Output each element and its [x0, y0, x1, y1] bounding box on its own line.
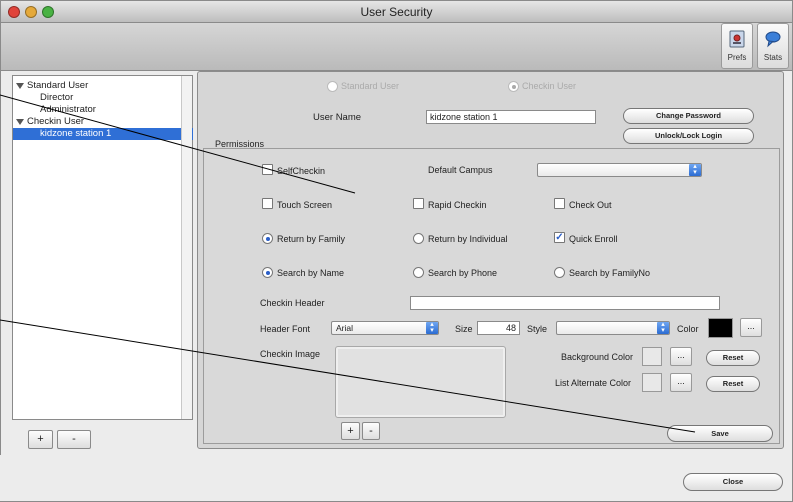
- default-campus-select[interactable]: ▴ ▾: [537, 163, 702, 177]
- tree-node-director[interactable]: Director: [13, 92, 193, 104]
- header-color-swatch[interactable]: [708, 318, 733, 338]
- user-tree-list[interactable]: Standard User Director Administrator Che…: [12, 75, 193, 420]
- search-by-name-radio[interactable]: [262, 267, 273, 278]
- chevron-updown-icon: ▴ ▾: [689, 163, 701, 176]
- toolbar: Prefs Stats: [1, 23, 792, 71]
- return-by-individual-label: Return by Individual: [428, 234, 508, 244]
- self-checkin-checkbox[interactable]: [262, 164, 273, 175]
- self-checkin-label: SelfCheckin: [277, 166, 326, 176]
- stats-icon: [765, 31, 781, 48]
- search-by-familyno-radio[interactable]: [554, 267, 565, 278]
- user-name-input[interactable]: kidzone station 1: [426, 110, 596, 124]
- search-by-name-label: Search by Name: [277, 268, 345, 278]
- tree-node-administrator[interactable]: Administrator: [13, 104, 193, 116]
- background-color-picker-button[interactable]: ...: [670, 347, 692, 366]
- save-button[interactable]: Save: [667, 425, 773, 442]
- tree-node-standard-user[interactable]: Standard User: [13, 80, 193, 92]
- user-name-label: User Name: [313, 112, 362, 123]
- checkin-user-label: Checkin User: [522, 81, 577, 91]
- color-label: Color: [677, 324, 699, 334]
- list-alternate-color-picker-button[interactable]: ...: [670, 373, 692, 392]
- touch-screen-checkbox[interactable]: [262, 198, 273, 209]
- background-color-swatch[interactable]: [642, 347, 662, 366]
- standard-user-radio[interactable]: [327, 81, 338, 92]
- stats-label: Stats: [763, 53, 783, 62]
- standard-user-label: Standard User: [341, 81, 400, 91]
- touch-screen-label: Touch Screen: [277, 200, 333, 210]
- search-by-phone-label: Search by Phone: [428, 268, 498, 278]
- window-footer: [0, 455, 791, 501]
- style-label: Style: [527, 324, 548, 334]
- remove-image-button[interactable]: -: [362, 422, 380, 440]
- checkin-user-radio[interactable]: [508, 81, 519, 92]
- disclosure-triangle-icon[interactable]: [16, 119, 24, 125]
- check-out-label: Check Out: [569, 200, 612, 210]
- checkin-image-well[interactable]: [335, 346, 506, 418]
- checkin-image-label: Checkin Image: [260, 349, 321, 359]
- close-button[interactable]: Close: [683, 473, 783, 491]
- checkin-header-input[interactable]: [410, 296, 720, 310]
- default-campus-label: Default Campus: [428, 165, 493, 175]
- background-reset-button[interactable]: Reset: [706, 350, 760, 366]
- header-color-picker-button[interactable]: ...: [740, 318, 762, 337]
- change-password-button[interactable]: Change Password: [623, 108, 754, 124]
- prefs-icon: [729, 30, 745, 48]
- quick-enroll-checkbox[interactable]: ✓: [554, 232, 565, 243]
- tree-node-checkin-user[interactable]: Checkin User: [13, 116, 193, 128]
- check-out-checkbox[interactable]: [554, 198, 565, 209]
- prefs-button[interactable]: Prefs: [721, 23, 753, 69]
- list-alternate-color-swatch[interactable]: [642, 373, 662, 392]
- return-by-family-label: Return by Family: [277, 234, 346, 244]
- rapid-checkin-checkbox[interactable]: [413, 198, 424, 209]
- window-title: User Security: [360, 5, 433, 19]
- header-font-label: Header Font: [260, 324, 311, 334]
- rapid-checkin-label: Rapid Checkin: [428, 200, 487, 210]
- search-by-phone-radio[interactable]: [413, 267, 424, 278]
- quick-enroll-label: Quick Enroll: [569, 234, 618, 244]
- size-label: Size: [455, 324, 473, 334]
- search-by-familyno-label: Search by FamilyNo: [569, 268, 651, 278]
- chevron-updown-icon: ▴ ▾: [657, 321, 669, 334]
- add-user-button[interactable]: +: [28, 430, 53, 449]
- header-font-select[interactable]: Arial ▴ ▾: [331, 321, 439, 335]
- list-alternate-reset-button[interactable]: Reset: [706, 376, 760, 392]
- return-by-individual-radio[interactable]: [413, 233, 424, 244]
- return-by-family-radio[interactable]: [262, 233, 273, 244]
- stats-button[interactable]: Stats: [757, 23, 789, 69]
- title-bar: User Security: [1, 1, 792, 23]
- chevron-updown-icon: ▴ ▾: [426, 321, 438, 334]
- background-color-label: Background Color: [561, 352, 634, 362]
- prefs-label: Prefs: [727, 53, 747, 62]
- unlock-lock-login-button[interactable]: Unlock/Lock Login: [623, 128, 754, 144]
- list-alternate-color-label: List Alternate Color: [555, 378, 632, 388]
- style-select[interactable]: ▴ ▾: [556, 321, 670, 335]
- add-image-button[interactable]: +: [341, 422, 360, 440]
- size-input[interactable]: 48: [477, 321, 520, 335]
- remove-user-button[interactable]: -: [57, 430, 91, 449]
- tree-node-kidzone-station-1[interactable]: kidzone station 1: [13, 128, 193, 140]
- disclosure-triangle-icon[interactable]: [16, 83, 24, 89]
- checkin-header-label: Checkin Header: [260, 298, 325, 308]
- tree-scrollbar[interactable]: [181, 76, 192, 419]
